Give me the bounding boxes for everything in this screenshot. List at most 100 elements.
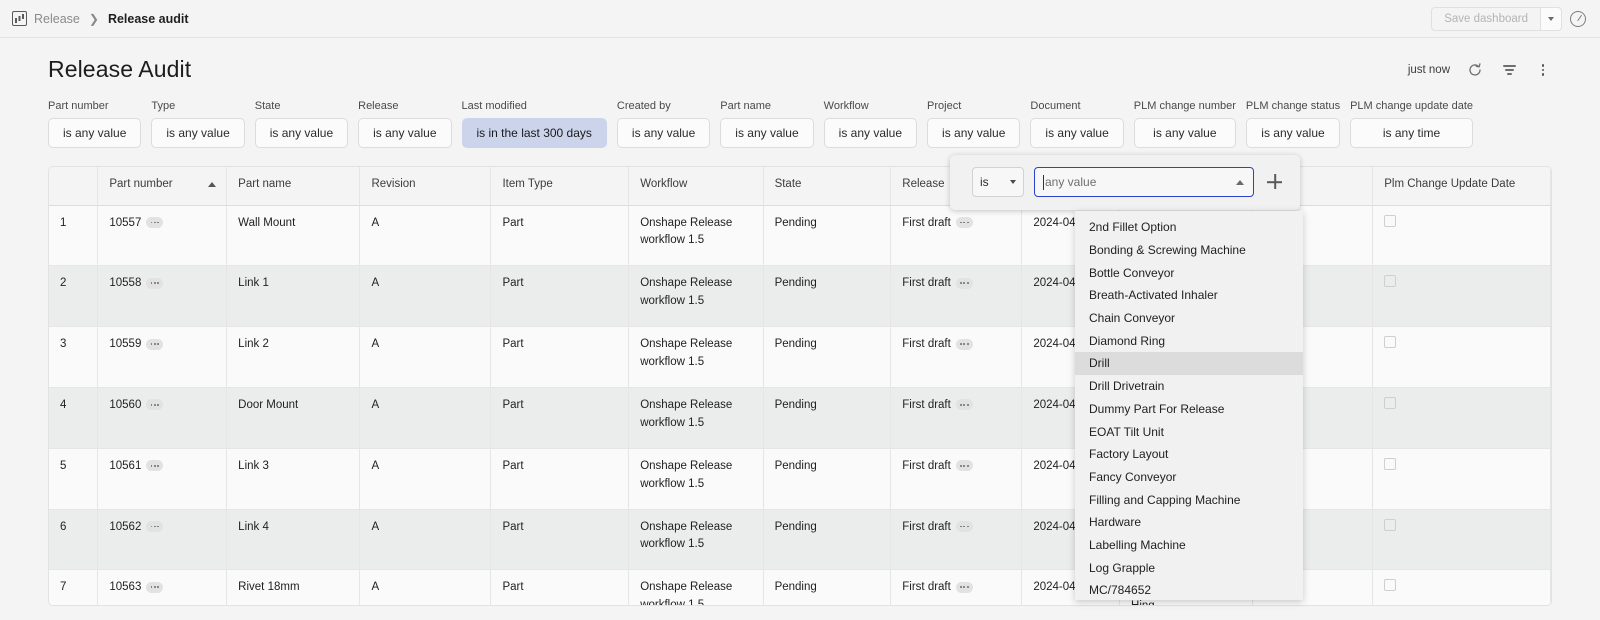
release-audit-table: Part number Part name Revision Item Type… [48,166,1552,606]
ellipsis-badge-icon[interactable] [956,399,973,410]
column-header-part-name[interactable]: Part name [227,167,360,205]
save-dashboard-menu-button[interactable] [1540,7,1562,31]
filter-button[interactable] [1500,61,1518,79]
ellipsis-badge-icon[interactable] [956,521,973,532]
column-header-state[interactable]: State [763,167,891,205]
filter-chip[interactable]: is any value [617,118,710,148]
table-row[interactable]: 5 10561 Link 3 A Part Onshape Release wo… [49,448,1551,509]
ellipsis-badge-icon[interactable] [956,217,973,228]
placeholder-icon [1384,275,1396,287]
add-filter-button[interactable] [1264,171,1286,193]
ellipsis-badge-icon[interactable] [956,278,973,289]
filter-created-by: Created by is any value [617,100,710,148]
row-index: 3 [49,327,98,388]
cell-state: Pending [763,327,891,388]
table-row[interactable]: 6 10562 Link 4 A Part Onshape Release wo… [49,509,1551,570]
ellipsis-badge-icon[interactable] [146,460,163,471]
onshape-app-icon [12,11,27,26]
cell-revision: A [360,387,491,448]
refresh-button[interactable] [1466,61,1484,79]
filter-chip[interactable]: is any value [1246,118,1340,148]
table-row[interactable]: 2 10558 Link 1 A Part Onshape Release wo… [49,266,1551,327]
cell-revision: A [360,266,491,327]
ellipsis-badge-icon[interactable] [146,339,163,350]
list-item[interactable]: Hardware [1075,511,1303,534]
column-header-label: Part number [109,177,172,193]
list-item-highlighted[interactable]: Drill [1075,352,1303,375]
cell-part-number: 10557 [98,205,227,266]
column-header-part-number[interactable]: Part number [98,167,227,205]
save-dashboard-group: Save dashboard [1431,7,1562,31]
list-item[interactable]: Fancy Conveyor [1075,466,1303,489]
list-item[interactable]: Labelling Machine [1075,534,1303,557]
filter-workflow: Workflow is any value [824,100,917,148]
list-item[interactable]: Log Grapple [1075,556,1303,579]
filter-chip[interactable]: is any value [720,118,813,148]
list-item[interactable]: Diamond Ring [1075,329,1303,352]
list-item[interactable]: MC/784652 [1075,579,1303,600]
ellipsis-badge-icon[interactable] [146,217,163,228]
filter-chip[interactable]: is any value [151,118,244,148]
ellipsis-badge-icon[interactable] [956,460,973,471]
list-item[interactable]: Bonding & Screwing Machine [1075,239,1303,262]
ellipsis-badge-icon[interactable] [956,339,973,350]
chevron-down-icon [1010,180,1016,184]
column-header-workflow[interactable]: Workflow [629,167,763,205]
filter-chip[interactable]: is any value [824,118,917,148]
list-item[interactable]: Chain Conveyor [1075,307,1303,330]
value-combobox[interactable]: any value [1034,167,1254,197]
cell-part-name: Link 4 [227,509,360,570]
table-row[interactable]: 7 10563 Rivet 18mm A Part Onshape Releas… [49,570,1551,606]
ellipsis-badge-icon[interactable] [146,521,163,532]
table-row[interactable]: 1 10557 Wall Mount A Part Onshape Releas… [49,205,1551,266]
ellipsis-badge-icon[interactable] [146,582,163,593]
page-title: Release Audit [48,56,191,83]
filter-chip[interactable]: is any value [358,118,451,148]
ellipsis-badge-icon[interactable] [146,278,163,289]
list-item[interactable]: EOAT Tilt Unit [1075,420,1303,443]
release-value: First draft [902,460,951,472]
filter-chip[interactable]: is any value [1134,118,1236,148]
cell-item-type: Part [491,266,629,327]
filter-editor-popover: is any value [950,155,1300,210]
clock-icon[interactable] [1570,11,1586,27]
cell-plm-change-update-date [1373,266,1551,327]
filter-chip[interactable]: is any value [1030,118,1123,148]
table-row[interactable]: 3 10559 Link 2 A Part Onshape Release wo… [49,327,1551,388]
filter-label: Created by [617,100,710,112]
list-item[interactable]: Drill Drivetrain [1075,375,1303,398]
table-body: 1 10557 Wall Mount A Part Onshape Releas… [49,205,1551,606]
list-item[interactable]: 2nd Fillet Option [1075,216,1303,239]
cell-plm-change-update-date [1373,509,1551,570]
breadcrumb-parent-link[interactable]: Release [34,12,80,26]
ellipsis-badge-icon[interactable] [956,582,973,593]
more-options-button[interactable] [1534,61,1552,79]
row-index: 6 [49,509,98,570]
chevron-up-icon[interactable] [1236,180,1244,185]
list-item[interactable]: Filling and Capping Machine [1075,488,1303,511]
cell-part-number: 10559 [98,327,227,388]
list-item[interactable]: Dummy Part For Release [1075,398,1303,421]
save-dashboard-button[interactable]: Save dashboard [1431,7,1540,31]
ellipsis-badge-icon[interactable] [146,399,163,410]
part-number-value: 10560 [109,399,141,411]
list-item[interactable]: Factory Layout [1075,443,1303,466]
cell-state: Pending [763,387,891,448]
filter-last-modified: Last modified is in the last 300 days [462,100,607,148]
filter-chip[interactable]: is any value [927,118,1020,148]
value-options-list[interactable]: 2nd Fillet Option Bonding & Screwing Mac… [1075,211,1303,600]
operator-select[interactable]: is [972,167,1024,197]
column-header-plm-change-update-date[interactable]: Plm Change Update Date [1373,167,1551,205]
column-header-item-type[interactable]: Item Type [491,167,629,205]
part-number-value: 10557 [109,217,141,229]
column-header-revision[interactable]: Revision [360,167,491,205]
table-row[interactable]: 4 10560 Door Mount A Part Onshape Releas… [49,387,1551,448]
filter-chip[interactable]: is any time [1350,118,1473,148]
list-item[interactable]: Breath-Activated Inhaler [1075,284,1303,307]
filter-chip[interactable]: is any value [255,118,348,148]
list-item[interactable]: Bottle Conveyor [1075,261,1303,284]
filter-chip[interactable]: is in the last 300 days [462,118,607,148]
breadcrumb-current: Release audit [108,12,189,26]
cell-part-number: 10561 [98,448,227,509]
filter-chip[interactable]: is any value [48,118,141,148]
